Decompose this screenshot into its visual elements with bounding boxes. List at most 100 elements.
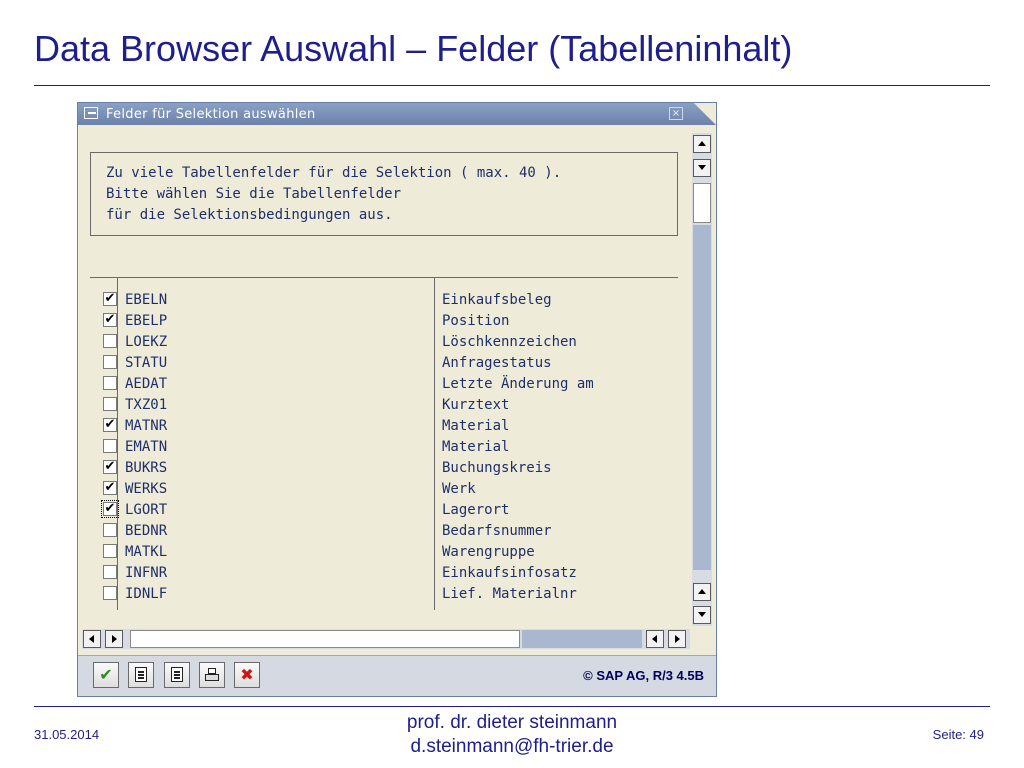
select-all-button[interactable]	[128, 662, 154, 688]
field-checkbox[interactable]	[103, 565, 117, 579]
vertical-scroll-thumb[interactable]	[693, 183, 711, 223]
print-button[interactable]	[199, 662, 225, 688]
field-name: EBELP	[125, 313, 168, 329]
print-icon	[205, 668, 219, 681]
field-name: WERKS	[125, 481, 168, 497]
field-checkbox[interactable]: ✔	[103, 313, 117, 327]
field-checkbox[interactable]: ✔	[103, 292, 117, 306]
field-name: TXZ01	[125, 397, 168, 413]
field-description: Lief. Materialnr	[442, 586, 577, 602]
table-row[interactable]: TXZ01 Kurztext	[90, 395, 678, 416]
table-row[interactable]: IDNLF Lief. Materialnr	[90, 584, 678, 605]
table-row[interactable]: MATKL Warengruppe	[90, 542, 678, 563]
footer-divider	[34, 706, 990, 707]
field-description: Buchungskreis	[442, 460, 552, 476]
table-row[interactable]: LOEKZ Löschkennzeichen	[90, 332, 678, 353]
sap-copyright: © SAP AG, R/3 4.5B	[583, 668, 704, 683]
field-description: Anfragestatus	[442, 355, 552, 371]
arrow-left-icon	[89, 635, 94, 643]
table-row[interactable]: BEDNR Bedarfsnummer	[90, 521, 678, 542]
table-row[interactable]: ✔ MATNR Material	[90, 416, 678, 437]
message-line: Bitte wählen Sie die Tabellenfelder	[106, 186, 402, 202]
table-row[interactable]: STATU Anfragestatus	[90, 353, 678, 374]
field-description: Position	[442, 313, 510, 329]
scroll-up-button[interactable]	[693, 135, 711, 153]
slide-title: Data Browser Auswahl – Felder (Tabelleni…	[34, 28, 793, 69]
field-checkbox[interactable]: ✔	[101, 500, 119, 518]
field-checkbox[interactable]	[103, 376, 117, 390]
ok-icon: ✔	[99, 665, 113, 684]
arrow-down-icon	[698, 612, 706, 617]
field-description: Warengruppe	[442, 544, 535, 560]
scroll-right-button[interactable]	[668, 630, 686, 648]
dialog-toolbar: ✔ ✖ © SAP AG, R/3 4.5B	[78, 655, 716, 696]
author-name: prof. dr. dieter steinmann	[406, 712, 618, 733]
message-line: Zu viele Tabellenfelder für die Selektio…	[106, 165, 562, 181]
message-line: für die Selektionsbedingungen aus.	[106, 207, 393, 223]
table-row[interactable]: EMATN Material	[90, 437, 678, 458]
horizontal-scroll-track[interactable]	[522, 630, 642, 648]
field-checkbox[interactable]	[103, 523, 117, 537]
scroll-left-button[interactable]	[646, 630, 664, 648]
table-row[interactable]: ✔ EBELP Position	[90, 311, 678, 332]
cancel-icon: ✖	[240, 665, 254, 684]
table-row[interactable]: ✔ WERKS Werk	[90, 479, 678, 500]
scroll-down-button[interactable]	[693, 606, 711, 624]
vertical-scrollbar[interactable]	[692, 133, 712, 626]
field-description: Bedarfsnummer	[442, 523, 552, 539]
deselect-all-icon	[171, 667, 183, 682]
arrow-right-icon	[675, 635, 680, 643]
field-description: Kurztext	[442, 397, 510, 413]
field-checkbox[interactable]	[103, 397, 117, 411]
field-description: Einkaufsbeleg	[442, 292, 552, 308]
field-description: Letzte Änderung am	[442, 376, 594, 392]
table-row[interactable]: ✔ LGORT Lagerort	[90, 500, 678, 521]
field-checkbox[interactable]	[103, 439, 117, 453]
field-description: Löschkennzeichen	[442, 334, 577, 350]
field-name: LOEKZ	[125, 334, 168, 350]
arrow-up-icon	[698, 141, 706, 146]
deselect-all-button[interactable]	[164, 662, 190, 688]
table-row[interactable]: AEDAT Letzte Änderung am	[90, 374, 678, 395]
vertical-scroll-track[interactable]	[693, 225, 711, 570]
field-checkbox[interactable]	[103, 586, 117, 600]
page-number: Seite: 49	[932, 727, 984, 742]
field-name: MATNR	[125, 418, 168, 434]
horizontal-scrollbar[interactable]	[82, 629, 690, 649]
scroll-left-button[interactable]	[83, 630, 101, 648]
scroll-down-button[interactable]	[693, 159, 711, 177]
window-icon	[84, 107, 98, 119]
field-checkbox[interactable]: ✔	[103, 418, 117, 432]
scroll-right-button[interactable]	[105, 630, 123, 648]
dialog-titlebar[interactable]: Felder für Selektion auswählen ×	[78, 103, 716, 125]
field-checkbox[interactable]	[103, 334, 117, 348]
horizontal-scroll-thumb[interactable]	[130, 630, 520, 648]
cancel-button[interactable]: ✖	[234, 662, 260, 688]
field-name: LGORT	[125, 502, 168, 518]
arrow-up-icon	[698, 589, 706, 594]
field-name: EBELN	[125, 292, 168, 308]
field-name: IDNLF	[125, 586, 168, 602]
footer-author: prof. dr. dieter steinmann d.steinmann@f…	[340, 711, 684, 759]
titlebar-corner	[694, 103, 716, 125]
scroll-up-button[interactable]	[693, 583, 711, 601]
field-description: Werk	[442, 481, 476, 497]
dialog-title: Felder für Selektion auswählen	[106, 107, 316, 122]
table-row[interactable]: INFNR Einkaufsinfosatz	[90, 563, 678, 584]
field-checkbox[interactable]	[103, 355, 117, 369]
field-name: STATU	[125, 355, 168, 371]
field-checkbox[interactable]	[103, 544, 117, 558]
field-checkbox[interactable]: ✔	[103, 481, 117, 495]
field-checkbox[interactable]: ✔	[103, 460, 117, 474]
field-description: Material	[442, 439, 510, 455]
close-icon[interactable]: ×	[669, 107, 683, 120]
author-email: d.steinmann@fh-trier.de	[410, 736, 614, 757]
field-name: AEDAT	[125, 376, 168, 392]
table-row[interactable]: ✔ BUKRS Buchungskreis	[90, 458, 678, 479]
title-divider	[34, 85, 990, 86]
field-name: INFNR	[125, 565, 168, 581]
field-description: Material	[442, 418, 510, 434]
field-name: BUKRS	[125, 460, 168, 476]
table-row[interactable]: ✔ EBELN Einkaufsbeleg	[90, 290, 678, 311]
confirm-button[interactable]: ✔	[93, 662, 119, 688]
